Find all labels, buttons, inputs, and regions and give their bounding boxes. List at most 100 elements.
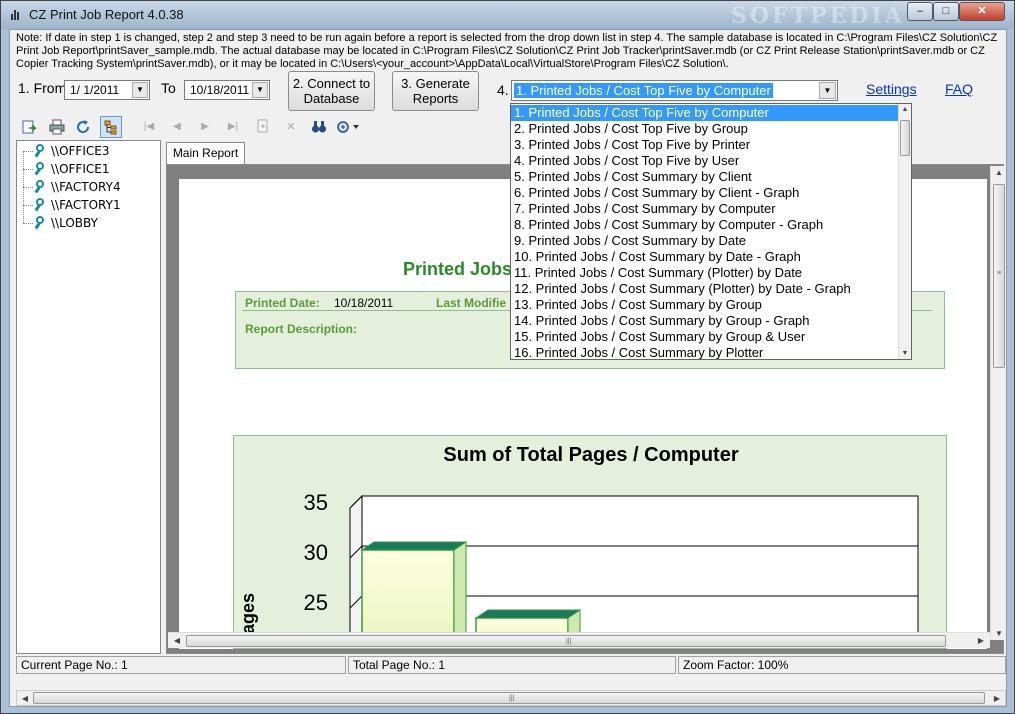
dropdown-item[interactable]: 14. Printed Jobs / Cost Summary by Group… xyxy=(511,313,899,329)
refresh-icon[interactable] xyxy=(72,116,94,138)
previous-page-button[interactable]: ◀ xyxy=(166,116,188,138)
scroll-up-icon[interactable]: ▲ xyxy=(899,106,911,113)
dropdown-item[interactable]: 16. Printed Jobs / Cost Summary by Plott… xyxy=(511,345,899,359)
faq-link[interactable]: FAQ xyxy=(945,81,973,97)
bar-top xyxy=(474,609,582,619)
window-title: CZ Print Job Report 4.0.38 xyxy=(29,7,184,22)
tree-item-label: \\OFFICE3 xyxy=(51,144,110,158)
binoculars-icon[interactable] xyxy=(308,116,330,138)
report-horizontal-scrollbar[interactable]: ◀ ||| ▶ xyxy=(168,632,990,648)
report-select-value: 1. Printed Jobs / Cost Top Five by Compu… xyxy=(514,83,773,98)
y-tick-label: 25 xyxy=(304,590,328,615)
next-page-button[interactable]: ▶ xyxy=(194,116,216,138)
printed-date-label: Printed Date: xyxy=(245,296,320,310)
window-horizontal-scrollbar[interactable]: ◀ ||| ▶ xyxy=(16,690,1006,706)
dropdown-item[interactable]: 10. Printed Jobs / Cost Summary by Date … xyxy=(511,249,899,265)
bar-chart: 35 30 25 ages xyxy=(238,490,919,648)
dropdown-item[interactable]: 7. Printed Jobs / Cost Summary by Comput… xyxy=(511,201,899,217)
scroll-down-icon[interactable]: ▼ xyxy=(992,629,1006,638)
close-button[interactable]: ✕ xyxy=(959,2,1005,21)
dropdown-item[interactable]: 11. Printed Jobs / Cost Summary (Plotter… xyxy=(511,265,899,281)
maximize-button[interactable]: □ xyxy=(933,2,959,21)
from-date-picker[interactable]: 1/ 1/2011 ▼ xyxy=(64,80,150,100)
report-select[interactable]: 1. Printed Jobs / Cost Top Five by Compu… xyxy=(511,80,838,101)
dropdown-scrollbar[interactable]: ▲ ▼ xyxy=(898,104,911,359)
scroll-thumb[interactable] xyxy=(900,120,910,156)
y-axis-label: ages xyxy=(238,593,258,634)
dropdown-item[interactable]: 1. Printed Jobs / Cost Top Five by Compu… xyxy=(511,105,899,121)
minimize-button[interactable]: – xyxy=(907,2,933,21)
from-date-value: 1/ 1/2011 xyxy=(70,83,120,97)
chart-panel: Sum of Total Pages / Computer 35 30 25 ages xyxy=(233,435,947,649)
scroll-thumb[interactable]: ≡ xyxy=(993,184,1005,368)
y-tick-label: 30 xyxy=(304,540,328,565)
print-icon[interactable] xyxy=(46,116,68,138)
report-dropdown-list[interactable]: 1. Printed Jobs / Cost Top Five by Compu… xyxy=(510,103,912,360)
last-page-button[interactable]: ▶| xyxy=(222,116,244,138)
scroll-left-icon[interactable]: ◀ xyxy=(170,636,184,645)
from-label: 1. From xyxy=(18,80,67,96)
scroll-left-icon[interactable]: ◀ xyxy=(18,694,32,703)
title-bar[interactable]: CZ Print Job Report 4.0.38 SOFTPEDIA – □… xyxy=(1,1,1014,29)
scroll-right-icon[interactable]: ▶ xyxy=(974,636,988,645)
key-icon xyxy=(33,216,45,230)
printed-date-value: 10/18/2011 xyxy=(334,296,394,310)
key-icon xyxy=(33,180,45,194)
chevron-down-icon[interactable]: ▼ xyxy=(252,82,268,98)
dropdown-item[interactable]: 8. Printed Jobs / Cost Summary by Comput… xyxy=(511,217,899,233)
report-vertical-scrollbar[interactable]: ▲ ≡ ▼ xyxy=(990,166,1006,640)
dropdown-item[interactable]: 5. Printed Jobs / Cost Summary by Client xyxy=(511,169,899,185)
goto-page-icon[interactable] xyxy=(252,116,274,138)
watermark-text: SOFTPEDIA xyxy=(731,3,905,29)
report-description-label: Report Description: xyxy=(245,322,358,336)
report-title: Printed Jobs xyxy=(403,259,513,279)
current-page-status: Current Page No.: 1 xyxy=(16,656,346,674)
dropdown-item[interactable]: 4. Printed Jobs / Cost Top Five by User xyxy=(511,153,899,169)
zoom-icon[interactable] xyxy=(334,116,362,138)
dropdown-item[interactable]: 3. Printed Jobs / Cost Top Five by Print… xyxy=(511,137,899,153)
report-toolbar: |◀ ◀ ▶ ▶| ✕ xyxy=(16,114,359,140)
bar-top xyxy=(360,541,468,551)
scroll-thumb[interactable]: ||| xyxy=(33,692,985,704)
dropdown-item[interactable]: 15. Printed Jobs / Cost Summary by Group… xyxy=(511,329,899,345)
key-icon xyxy=(33,144,45,158)
tree-toggle-icon[interactable] xyxy=(100,116,122,138)
plot-side-wall xyxy=(349,494,363,648)
dropdown-item[interactable]: 6. Printed Jobs / Cost Summary by Client… xyxy=(511,185,899,201)
generate-reports-button[interactable]: 3. Generate Reports xyxy=(392,71,479,111)
tab-main-report[interactable]: Main Report xyxy=(166,142,245,164)
chevron-down-icon[interactable]: ▼ xyxy=(819,82,836,99)
computer-tree[interactable]: \\OFFICE3 \\OFFICE1 \\FACTORY4 \\FACTORY… xyxy=(16,140,161,654)
stop-button[interactable]: ✕ xyxy=(280,116,302,138)
dropdown-item[interactable]: 9. Printed Jobs / Cost Summary by Date xyxy=(511,233,899,249)
app-icon xyxy=(11,10,21,20)
chevron-down-icon[interactable]: ▼ xyxy=(132,82,148,98)
connect-database-button[interactable]: 2. Connect to Database xyxy=(288,71,375,111)
to-date-value: 10/18/2011 xyxy=(190,83,250,97)
total-page-status: Total Page No.: 1 xyxy=(348,656,676,674)
tree-item-label: \\FACTORY1 xyxy=(51,198,121,212)
instructions-note: Note: If date in step 1 is changed, step… xyxy=(16,32,998,70)
key-icon xyxy=(33,162,45,176)
export-icon[interactable] xyxy=(18,116,40,138)
last-modified-label: Last Modifie xyxy=(436,296,507,310)
status-bar: Current Page No.: 1 Total Page No.: 1 Zo… xyxy=(16,656,1006,674)
dropdown-item[interactable]: 2. Printed Jobs / Cost Top Five by Group xyxy=(511,121,899,137)
app-window: CZ Print Job Report 4.0.38 SOFTPEDIA – □… xyxy=(0,0,1015,714)
scroll-down-icon[interactable]: ▼ xyxy=(899,350,911,357)
dropdown-item[interactable]: 12. Printed Jobs / Cost Summary (Plotter… xyxy=(511,281,899,297)
report-step-label: 4. xyxy=(497,82,509,98)
scroll-thumb[interactable]: ||| xyxy=(186,635,946,647)
tree-item-label: \\LOBBY xyxy=(51,216,98,230)
y-tick-label: 35 xyxy=(304,490,328,515)
tree-item-label: \\FACTORY4 xyxy=(51,180,121,194)
scroll-right-icon[interactable]: ▶ xyxy=(990,694,1004,703)
first-page-button[interactable]: |◀ xyxy=(138,116,160,138)
key-icon xyxy=(33,198,45,212)
settings-link[interactable]: Settings xyxy=(866,81,917,97)
scroll-up-icon[interactable]: ▲ xyxy=(992,168,1006,177)
zoom-status: Zoom Factor: 100% xyxy=(678,656,1006,674)
to-date-picker[interactable]: 10/18/2011 ▼ xyxy=(184,80,270,100)
to-label: To xyxy=(161,80,176,96)
dropdown-item[interactable]: 13. Printed Jobs / Cost Summary by Group xyxy=(511,297,899,313)
